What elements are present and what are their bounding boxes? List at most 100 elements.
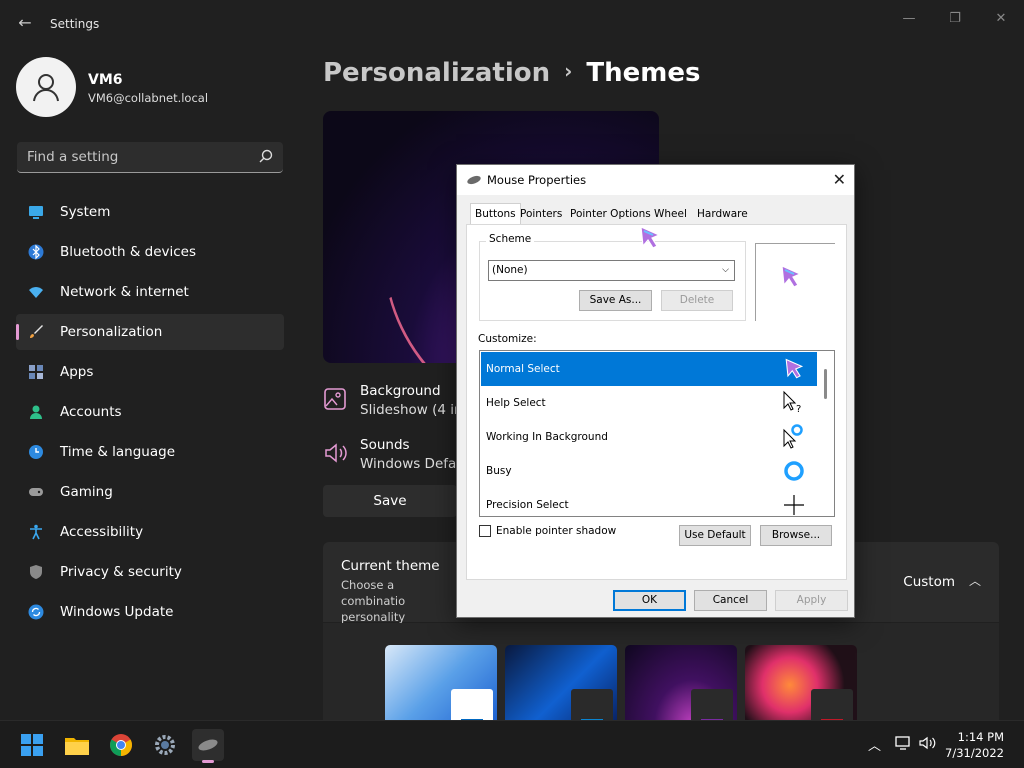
- list-item-normal-select[interactable]: Normal Select: [481, 352, 817, 386]
- pointer-list[interactable]: Normal Select Help Select ? Working In B…: [479, 350, 835, 517]
- system-clock[interactable]: 1:14 PM 7/31/2022: [945, 729, 1004, 761]
- current-theme-title: Current theme: [341, 558, 440, 574]
- sidebar-item-label: Network & internet: [60, 284, 189, 300]
- theme-thumb-glow[interactable]: [625, 645, 737, 725]
- sounds-row[interactable]: Sounds Windows Defau: [323, 437, 465, 477]
- back-arrow-icon[interactable]: ←: [14, 12, 36, 34]
- save-button[interactable]: Save: [323, 485, 457, 517]
- busy-cursor-icon: [784, 461, 804, 481]
- sidebar-item-windows-update[interactable]: Windows Update: [16, 594, 284, 630]
- sidebar-item-time-language[interactable]: Time & language: [16, 434, 284, 470]
- person-icon: [33, 74, 59, 102]
- search-icon: [259, 149, 273, 163]
- sidebar-item-accessibility[interactable]: Accessibility: [16, 514, 284, 550]
- dialog-title: Mouse Properties: [487, 173, 587, 187]
- search-input[interactable]: [17, 142, 247, 172]
- theme-thumb-flower[interactable]: [745, 645, 857, 725]
- tab-buttons[interactable]: Buttons: [470, 203, 521, 226]
- pointer-shadow-checkbox[interactable]: Enable pointer shadow: [479, 525, 616, 537]
- ok-button[interactable]: OK: [613, 590, 686, 611]
- update-icon: [28, 604, 44, 620]
- image-icon: [324, 388, 346, 410]
- sidebar-item-system[interactable]: System: [16, 194, 284, 230]
- list-item-help-select[interactable]: Help Select ?: [481, 386, 817, 420]
- sidebar-item-label: Bluetooth & devices: [60, 244, 197, 260]
- settings-gear-icon[interactable]: [149, 729, 181, 761]
- sidebar-item-gaming[interactable]: Gaming: [16, 474, 284, 510]
- bluetooth-icon: [28, 244, 44, 260]
- sidebar-item-network-internet[interactable]: Network & internet: [16, 274, 284, 310]
- normal-select-cursor-icon: [785, 358, 804, 379]
- sidebar-item-label: Apps: [60, 364, 94, 380]
- maximize-icon[interactable]: ❐: [932, 6, 978, 32]
- sounds-title: Sounds: [360, 437, 410, 453]
- avatar[interactable]: [16, 57, 76, 117]
- working-cursor-icon: [783, 424, 803, 449]
- list-item-precision-select[interactable]: Precision Select: [481, 488, 817, 516]
- chevron-up-icon[interactable]: ︿: [969, 572, 981, 589]
- title-bar: ← Settings — ❐ ✕: [0, 0, 1024, 48]
- start-icon[interactable]: [16, 729, 48, 761]
- tab-wheel[interactable]: Wheel: [650, 205, 691, 225]
- svg-text:?: ?: [796, 404, 801, 415]
- sidebar-item-apps[interactable]: Apps: [16, 354, 284, 390]
- customize-label: Customize:: [478, 333, 537, 345]
- checkbox-box[interactable]: [479, 525, 491, 537]
- sidebar-item-label: Personalization: [60, 324, 163, 340]
- clock-date: 7/31/2022: [945, 746, 1004, 760]
- chevron-down-icon: ⌵: [722, 265, 729, 275]
- cancel-button[interactable]: Cancel: [694, 590, 767, 611]
- sounds-value: Windows Defau: [360, 456, 465, 472]
- dialog-close-icon[interactable]: ✕: [833, 170, 846, 189]
- minimize-icon[interactable]: —: [886, 6, 932, 32]
- sidebar-item-personalization[interactable]: Personalization: [16, 314, 284, 350]
- mouse-properties-dialog: Mouse Properties ✕ Buttons Pointers Poin…: [456, 164, 855, 618]
- apply-button[interactable]: Apply: [775, 590, 848, 611]
- tab-hardware[interactable]: Hardware: [693, 205, 752, 225]
- scheme-select[interactable]: (None) ⌵: [488, 260, 735, 281]
- taskbar: ︿ 1:14 PM 7/31/2022: [0, 720, 1024, 768]
- buttons-tab-panel: Scheme (None) ⌵ Save As... Delete Customi…: [466, 224, 847, 580]
- current-theme-value: Custom: [903, 574, 955, 590]
- background-row[interactable]: Background Slideshow (4 im: [323, 383, 467, 423]
- sidebar-item-label: System: [60, 204, 111, 220]
- sidebar-item-privacy-security[interactable]: Privacy & security: [16, 554, 284, 590]
- save-as-button[interactable]: Save As...: [579, 290, 652, 311]
- sidebar-item-label: Accounts: [60, 404, 122, 420]
- search-box[interactable]: [17, 142, 283, 173]
- chevron-up-tray-icon[interactable]: ︿: [868, 735, 881, 754]
- sidebar-item-bluetooth-devices[interactable]: Bluetooth & devices: [16, 234, 284, 270]
- file-explorer-icon[interactable]: [61, 729, 93, 761]
- theme-thumb-dark[interactable]: [505, 645, 617, 725]
- tab-pointers[interactable]: Pointers: [516, 205, 566, 225]
- page-title: Themes: [586, 58, 701, 88]
- crosshair-cursor-icon: [784, 495, 804, 515]
- clock-globe-icon: [28, 444, 44, 460]
- help-cursor-icon: ?: [783, 390, 801, 415]
- delete-button[interactable]: Delete: [661, 290, 733, 311]
- breadcrumb: Personalization › Themes: [323, 58, 700, 88]
- list-item-busy[interactable]: Busy: [481, 454, 817, 488]
- mouse-properties-taskbar-icon[interactable]: [192, 729, 224, 763]
- gamepad-icon: [28, 484, 44, 500]
- pointer-cursor-icon: [640, 226, 661, 249]
- scroll-thumb[interactable]: [824, 369, 827, 399]
- brush-icon: [28, 324, 44, 340]
- browse-button[interactable]: Browse...: [760, 525, 832, 546]
- close-icon[interactable]: ✕: [978, 6, 1024, 32]
- sidebar-item-label: Gaming: [60, 484, 113, 500]
- dialog-title-bar: Mouse Properties ✕: [457, 165, 854, 195]
- pointer-preview: [755, 243, 835, 321]
- active-indicator: [202, 760, 214, 763]
- list-item-working-background[interactable]: Working In Background: [481, 420, 817, 454]
- breadcrumb-parent[interactable]: Personalization: [323, 58, 550, 88]
- tab-pointer-options[interactable]: Pointer Options: [566, 205, 655, 225]
- use-default-button[interactable]: Use Default: [679, 525, 751, 546]
- accessibility-icon: [28, 524, 44, 540]
- chrome-icon[interactable]: [105, 729, 137, 761]
- sidebar-item-accounts[interactable]: Accounts: [16, 394, 284, 430]
- theme-thumb-light[interactable]: [385, 645, 497, 725]
- volume-icon[interactable]: [919, 735, 937, 755]
- network-icon[interactable]: [895, 735, 911, 755]
- list-scrollbar[interactable]: [817, 351, 834, 516]
